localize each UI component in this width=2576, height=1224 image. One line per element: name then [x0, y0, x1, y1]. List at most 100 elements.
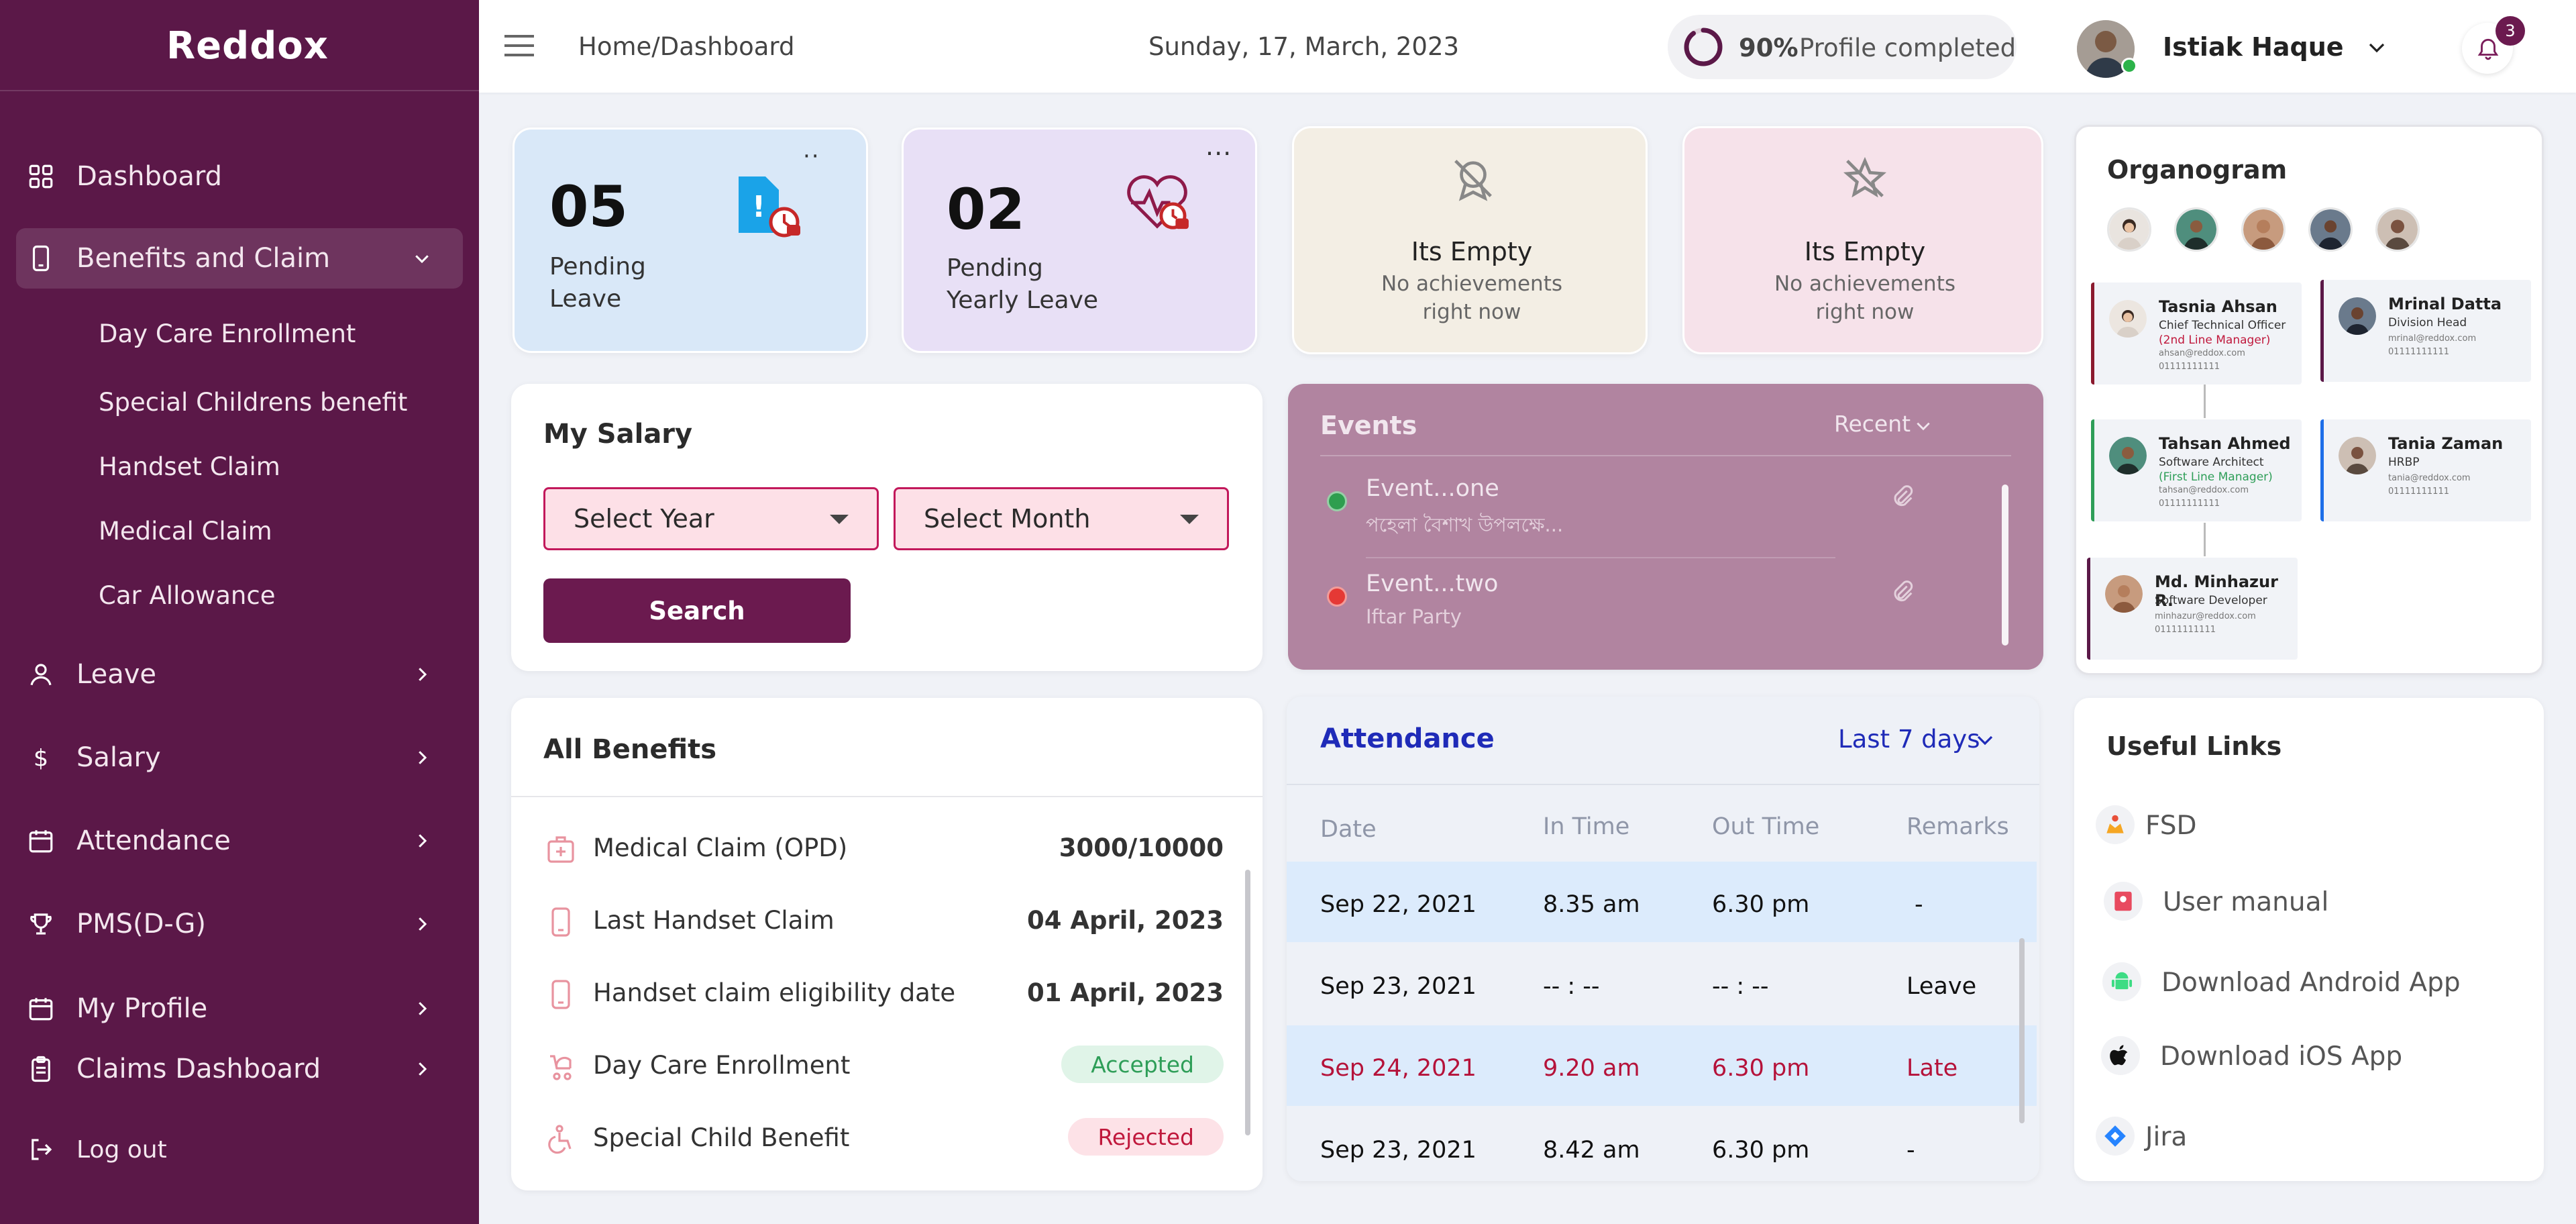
org-person-card[interactable]: Md. Minhazur R. Software Developer minha… — [2087, 558, 2298, 660]
benefit-label: Day Care Enrollment — [593, 1051, 851, 1080]
pending-leave-card[interactable]: 05 Pending Leave ·· ! — [513, 128, 868, 353]
team-avatar[interactable] — [2308, 207, 2353, 252]
benefit-row[interactable]: Last Handset Claim 04 April, 2023 — [511, 886, 1263, 958]
medical-kit-icon — [547, 836, 574, 863]
year-select-value: Select Year — [574, 504, 714, 533]
card-menu-icon[interactable]: ·· — [803, 143, 820, 170]
sidebar-item-profile[interactable]: My Profile — [0, 978, 479, 1039]
event-item[interactable]: Event...one পহেলা বৈশাখ উপলক্ষে... — [1288, 463, 2012, 550]
year-select[interactable]: Select Year — [543, 487, 879, 550]
link-android[interactable]: Download Android App — [2074, 948, 2517, 1015]
pending-yearly-leave-card[interactable]: 02 Pending Yearly Leave ··· — [902, 128, 1257, 353]
table-row-late[interactable]: Sep 24, 2021 9.20 am 6.30 pm Late — [1287, 1025, 2037, 1106]
sidebar-item-label: PMS(D-G) — [76, 909, 206, 939]
brand-logo[interactable]: Reddox — [166, 24, 329, 68]
person-manager-tag: (2nd Line Manager) — [2159, 334, 2271, 347]
stroller-icon — [550, 1055, 572, 1080]
sidebar-item-label: Claims Dashboard — [76, 1054, 321, 1084]
sidebar-subitem-car[interactable]: Car Allowance — [99, 581, 275, 610]
dollar-icon: $ — [34, 745, 48, 772]
benefit-row[interactable]: Handset claim eligibility date 01 April,… — [511, 958, 1263, 1031]
benefits-title: All Benefits — [543, 734, 717, 765]
event-name: Event...one — [1366, 475, 1499, 502]
link-ios[interactable]: Download iOS App — [2074, 1021, 2517, 1088]
user-name[interactable]: Istiak Haque — [2163, 32, 2344, 62]
jira-icon — [2096, 1117, 2135, 1156]
chevron-right-icon — [419, 1002, 427, 1015]
sidebar-subitem-day-care[interactable]: Day Care Enrollment — [99, 319, 356, 348]
benefit-row[interactable]: Special Child Benefit Rejected — [511, 1103, 1263, 1176]
chevron-right-icon — [419, 751, 427, 764]
achievement-line2: right now — [1422, 300, 1521, 324]
attendance-scrollbar[interactable] — [2019, 938, 2025, 1123]
paperclip-icon[interactable] — [1889, 578, 1916, 605]
sidebar-item-leave[interactable]: Leave — [0, 644, 479, 705]
sidebar-item-pms[interactable]: PMS(D-G) — [0, 894, 479, 954]
team-avatar[interactable] — [2241, 207, 2286, 252]
sidebar-item-salary[interactable]: $ Salary — [0, 727, 479, 788]
cell-in-time: -- : -- — [1543, 973, 1600, 1000]
sidebar-item-claims-dashboard[interactable]: Claims Dashboard — [0, 1039, 479, 1099]
cell-date: Sep 23, 2021 — [1320, 973, 1477, 1000]
org-person-card[interactable]: Tasnia Ahsan Chief Technical Officer (2n… — [2091, 283, 2302, 385]
benefit-row[interactable]: Medical Claim (OPD) 3000/10000 — [511, 813, 1263, 886]
sidebar-item-label: Log out — [76, 1135, 167, 1164]
events-filter[interactable]: Recent — [1834, 411, 1911, 437]
attendance-filter[interactable]: Last 7 days — [1838, 725, 1980, 754]
event-item[interactable]: Event...two Iftar Party — [1288, 558, 2012, 646]
org-person-card[interactable]: Tania Zaman HRBP tania@reddox.com 011111… — [2320, 419, 2531, 521]
org-person-card[interactable]: Tahsan Ahmed Software Architect (First L… — [2091, 419, 2302, 521]
sidebar-subitem-handset[interactable]: Handset Claim — [99, 452, 280, 481]
benefit-label: Last Handset Claim — [593, 906, 835, 935]
sidebar-subitem-special-children[interactable]: Special Childrens benefit — [99, 388, 407, 417]
team-avatar[interactable] — [2174, 207, 2218, 252]
chevron-down-icon[interactable] — [1915, 417, 1932, 435]
person-email: tania@reddox.com — [2388, 473, 2471, 483]
card-menu-icon[interactable]: ··· — [1205, 139, 1232, 168]
person-name: Tahsan Ahmed — [2159, 434, 2291, 453]
breadcrumb[interactable]: Home/Dashboard — [578, 32, 794, 61]
events-scrollbar[interactable] — [2002, 484, 2008, 646]
person-avatar — [2109, 300, 2147, 338]
month-select[interactable]: Select Month — [894, 487, 1229, 550]
sidebar-item-attendance[interactable]: Attendance — [0, 811, 479, 871]
team-avatar[interactable] — [2107, 207, 2151, 252]
benefit-row[interactable]: Day Care Enrollment Accepted — [511, 1031, 1263, 1103]
link-label: Jira — [2145, 1122, 2188, 1152]
person-phone: 01111111111 — [2388, 347, 2449, 357]
person-email: mrinal@reddox.com — [2388, 334, 2477, 344]
chevron-down-icon[interactable] — [1975, 730, 1995, 750]
pending-leave-count: 05 — [549, 174, 628, 240]
benefits-scrollbar[interactable] — [1245, 870, 1250, 1135]
hamburger-menu-icon[interactable] — [503, 32, 535, 59]
paperclip-icon[interactable] — [1889, 483, 1916, 510]
org-connector — [2204, 385, 2206, 418]
cell-date: Sep 24, 2021 — [1320, 1055, 1477, 1082]
table-row[interactable]: Sep 23, 2021 -- : -- -- : -- Leave — [1287, 944, 2037, 1024]
event-status-dot — [1327, 491, 1347, 511]
link-jira[interactable]: Jira — [2074, 1102, 2517, 1169]
search-button[interactable]: Search — [543, 578, 851, 643]
chevron-right-icon — [419, 1062, 427, 1076]
sidebar-item-logout[interactable]: Log out — [0, 1119, 479, 1180]
cell-out-time: 6.30 pm — [1712, 891, 1810, 918]
person-manager-tag: (First Line Manager) — [2159, 470, 2273, 484]
attendance-title: Attendance — [1320, 723, 1495, 754]
phone-icon — [551, 907, 570, 937]
sidebar: Reddox Dashboard Benefits and Claim Day … — [0, 0, 479, 1224]
org-person-card[interactable]: Mrinal Datta Division Head mrinal@reddox… — [2320, 280, 2531, 382]
logout-icon — [32, 1139, 52, 1160]
profile-completion-pill[interactable]: 90% Profile completed — [1668, 15, 2017, 79]
link-user-manual[interactable]: User manual — [2074, 867, 2517, 934]
sidebar-item-benefits[interactable]: Benefits and Claim — [16, 228, 463, 289]
sidebar-item-dashboard[interactable]: Dashboard — [0, 146, 479, 207]
table-row[interactable]: Sep 23, 2021 8.42 am 6.30 pm - — [1287, 1107, 2037, 1181]
table-row[interactable]: Sep 22, 2021 8.35 am 6.30 pm - — [1287, 862, 2037, 942]
chevron-down-icon — [415, 255, 429, 264]
sidebar-subitem-medical[interactable]: Medical Claim — [99, 517, 272, 546]
team-avatar[interactable] — [2375, 207, 2420, 252]
link-fsd[interactable]: FSD — [2074, 790, 2517, 858]
status-badge-rejected: Rejected — [1068, 1118, 1224, 1156]
status-badge-accepted: Accepted — [1061, 1046, 1224, 1083]
chevron-down-icon[interactable] — [2367, 38, 2387, 58]
